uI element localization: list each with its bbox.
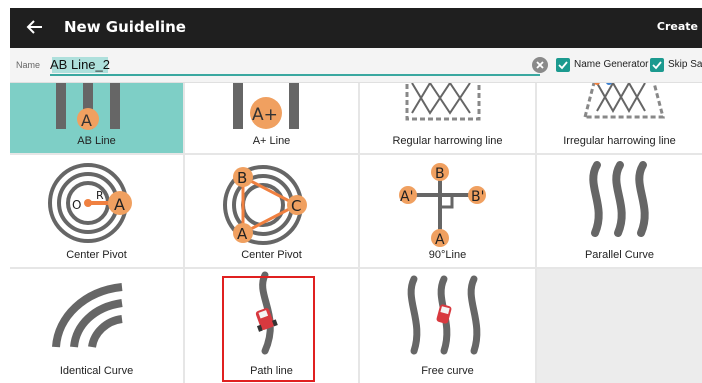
- tile-center-pivot-three-point[interactable]: B C A Center Pivot: [185, 155, 358, 267]
- empty-tile: [537, 269, 702, 383]
- ab-letter-a: A: [81, 111, 92, 130]
- skip-save-label: Skip Sav: [668, 59, 702, 70]
- line-letter-a-prime: A': [400, 189, 413, 205]
- name-generator-label: Name Generator: [574, 59, 649, 70]
- create-button[interactable]: Create: [657, 20, 698, 33]
- tile-label: 90°Line: [428, 249, 467, 261]
- tile-center-pivot[interactable]: O R A Center Pivot: [10, 155, 183, 267]
- name-generator-checkbox[interactable]: [556, 58, 570, 72]
- tile-irregular-harrowing[interactable]: Irregular harrowing line: [537, 83, 702, 153]
- guideline-type-grid: A AB Line A+ A+ Line Regular harrowing l…: [10, 83, 702, 383]
- line-letter-a: A: [435, 232, 445, 248]
- pivot-letter-a: A: [237, 225, 248, 243]
- name-input[interactable]: [50, 54, 540, 76]
- name-bar: Name Name Generator Skip Sav: [10, 48, 702, 83]
- tile-label: Free curve: [421, 365, 474, 377]
- tile-identical-curve[interactable]: Identical Curve: [10, 269, 183, 383]
- a-plus-letters: A+: [252, 105, 278, 125]
- back-arrow-icon[interactable]: [24, 16, 46, 38]
- tile-parallel-curve[interactable]: Parallel Curve: [537, 155, 702, 267]
- pivot-letter-a: A: [114, 195, 125, 214]
- tractor-icon: [436, 304, 452, 324]
- name-label: Name: [16, 60, 41, 70]
- tile-label: Irregular harrowing line: [563, 135, 676, 147]
- page-title: New Guideline: [64, 18, 186, 36]
- tile-ninety-degree-line[interactable]: B A' B' A 90°Line: [360, 155, 535, 267]
- tile-label: Parallel Curve: [584, 249, 655, 261]
- tile-label: Center Pivot: [66, 249, 127, 261]
- tile-label: Regular harrowing line: [392, 135, 503, 147]
- tile-free-curve[interactable]: Free curve: [360, 269, 535, 383]
- line-letter-b-prime: B': [471, 189, 484, 205]
- tile-label: Identical Curve: [59, 365, 134, 377]
- tile-label: Center Pivot: [241, 249, 302, 261]
- tile-path-line[interactable]: Path line: [185, 269, 358, 383]
- pivot-letter-o: O: [72, 198, 81, 212]
- clear-icon[interactable]: [532, 57, 548, 73]
- pivot-letter-r: R: [96, 189, 104, 202]
- pivot-letter-c: C: [291, 197, 301, 215]
- tile-ab-line[interactable]: A AB Line: [10, 83, 183, 153]
- tractor-icon: [255, 308, 278, 332]
- tile-label: AB Line: [77, 135, 116, 147]
- skip-save-checkbox[interactable]: [650, 58, 664, 72]
- tile-regular-harrowing[interactable]: Regular harrowing line: [360, 83, 535, 153]
- tile-label: A+ Line: [252, 135, 291, 147]
- line-letter-b: B: [435, 166, 445, 182]
- app-bar: New Guideline Create: [10, 8, 702, 48]
- tile-a-plus-line[interactable]: A+ A+ Line: [185, 83, 358, 153]
- pivot-letter-b: B: [237, 169, 247, 187]
- tile-label: Path line: [250, 365, 293, 377]
